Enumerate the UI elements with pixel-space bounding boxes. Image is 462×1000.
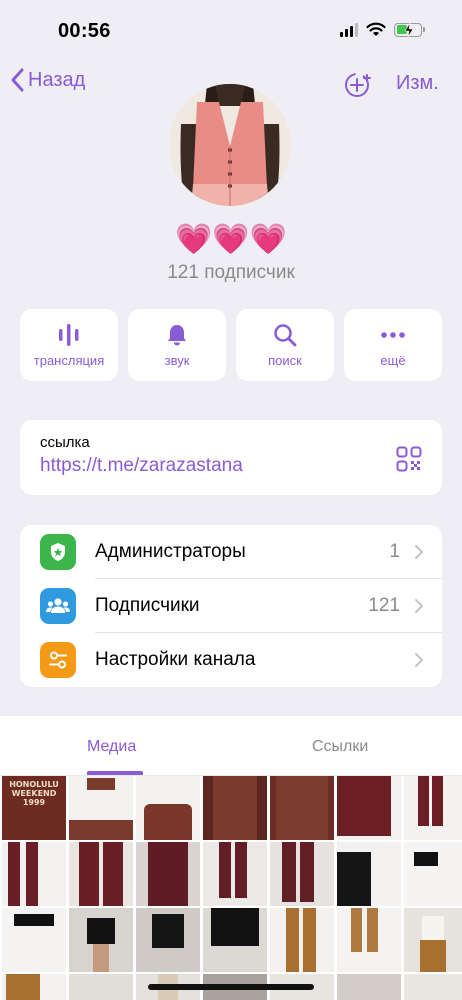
channel-avatar[interactable] — [169, 84, 291, 206]
live-stream-label: трансляция — [33, 352, 105, 368]
media-thumbnail[interactable] — [337, 842, 401, 906]
media-thumbnail[interactable] — [270, 842, 334, 906]
settings-row-channel-settings[interactable]: Настройки канала — [20, 633, 442, 687]
people-icon — [40, 588, 76, 624]
status-bar: 00:56 — [0, 0, 462, 60]
media-thumbnail[interactable] — [270, 776, 334, 840]
media-thumbnail[interactable] — [337, 776, 401, 840]
media-thumbnail[interactable] — [2, 842, 66, 906]
tab-links[interactable]: Ссылки — [312, 738, 368, 756]
more-button[interactable]: ещё — [344, 309, 442, 381]
search-button[interactable]: поиск — [236, 309, 334, 381]
media-thumbnail[interactable] — [270, 908, 334, 972]
action-buttons: трансляция звук поиск ещё — [20, 309, 442, 381]
signal-icon — [340, 22, 358, 37]
media-thumbnail[interactable] — [136, 776, 200, 840]
tab-indicator — [87, 771, 143, 775]
chevron-right-icon — [415, 653, 423, 667]
qr-code-icon[interactable] — [396, 446, 422, 472]
media-thumbnail[interactable] — [337, 974, 401, 1000]
bell-icon — [168, 324, 186, 345]
media-print-text: HONOLULU WEEKEND 1999 — [9, 780, 59, 807]
settings-list: Администраторы 1 Подписчики 121 Настройк… — [20, 525, 442, 687]
media-thumbnail[interactable] — [337, 908, 401, 972]
media-thumbnail[interactable] — [404, 974, 462, 1000]
tab-media[interactable]: Медиа — [87, 738, 136, 756]
wifi-icon — [366, 22, 386, 36]
link-label: ссылка — [40, 434, 90, 451]
media-thumbnail[interactable] — [203, 908, 267, 972]
media-thumbnail[interactable] — [2, 974, 66, 1000]
more-icon — [381, 331, 405, 338]
media-thumbnail[interactable] — [69, 908, 133, 972]
media-thumbnail[interactable] — [404, 842, 462, 906]
link-card: ссылка https://t.me/zarazastana — [20, 420, 442, 495]
back-label: Назад — [28, 68, 86, 91]
status-time: 00:56 — [58, 20, 111, 42]
subscribers-count: 121 — [368, 595, 400, 616]
home-indicator — [148, 984, 314, 990]
status-icons — [340, 22, 425, 37]
channel-settings-label: Настройки канала — [95, 649, 256, 670]
add-circle-icon — [345, 73, 371, 97]
media-thumbnail[interactable]: HONOLULU WEEKEND 1999 — [2, 776, 66, 840]
live-stream-icon — [59, 323, 79, 346]
admin-shield-icon — [40, 534, 76, 570]
back-button[interactable]: Назад — [10, 68, 85, 92]
live-stream-button[interactable]: трансляция — [20, 309, 118, 381]
chevron-left-icon — [11, 68, 24, 92]
battery-icon — [394, 22, 425, 37]
more-label: ещё — [380, 352, 406, 368]
media-thumbnail[interactable] — [2, 908, 66, 972]
subscriber-count: 121 подписчик — [167, 262, 295, 283]
add-member-button[interactable] — [344, 71, 372, 104]
chevron-right-icon — [415, 599, 423, 613]
settings-row-admins[interactable]: Администраторы 1 — [20, 525, 442, 579]
admins-count: 1 — [389, 541, 400, 562]
subscribers-label: Подписчики — [95, 595, 200, 616]
channel-link[interactable]: https://t.me/zarazastana — [40, 455, 422, 477]
media-thumbnail[interactable] — [136, 842, 200, 906]
media-grid: HONOLULU WEEKEND 1999 — [0, 776, 462, 1000]
sound-button[interactable]: звук — [128, 309, 226, 381]
admins-label: Администраторы — [95, 541, 246, 562]
media-thumbnail[interactable] — [404, 908, 462, 972]
media-thumbnail[interactable] — [203, 842, 267, 906]
media-thumbnail[interactable] — [69, 776, 133, 840]
sliders-icon — [40, 642, 76, 678]
edit-button[interactable]: Изм. — [396, 72, 439, 95]
sound-label: звук — [164, 352, 190, 368]
chevron-right-icon — [415, 545, 423, 559]
media-thumbnail[interactable] — [203, 776, 267, 840]
settings-row-subscribers[interactable]: Подписчики 121 — [20, 579, 442, 633]
search-icon — [274, 323, 297, 346]
media-thumbnail[interactable] — [404, 776, 462, 840]
search-label: поиск — [268, 352, 302, 368]
media-thumbnail[interactable] — [69, 974, 133, 1000]
media-thumbnail[interactable] — [136, 908, 200, 972]
channel-name: 💗💗💗 — [174, 223, 288, 256]
media-thumbnail[interactable] — [69, 842, 133, 906]
shared-media-tabs: Медиа Ссылки — [0, 716, 462, 776]
